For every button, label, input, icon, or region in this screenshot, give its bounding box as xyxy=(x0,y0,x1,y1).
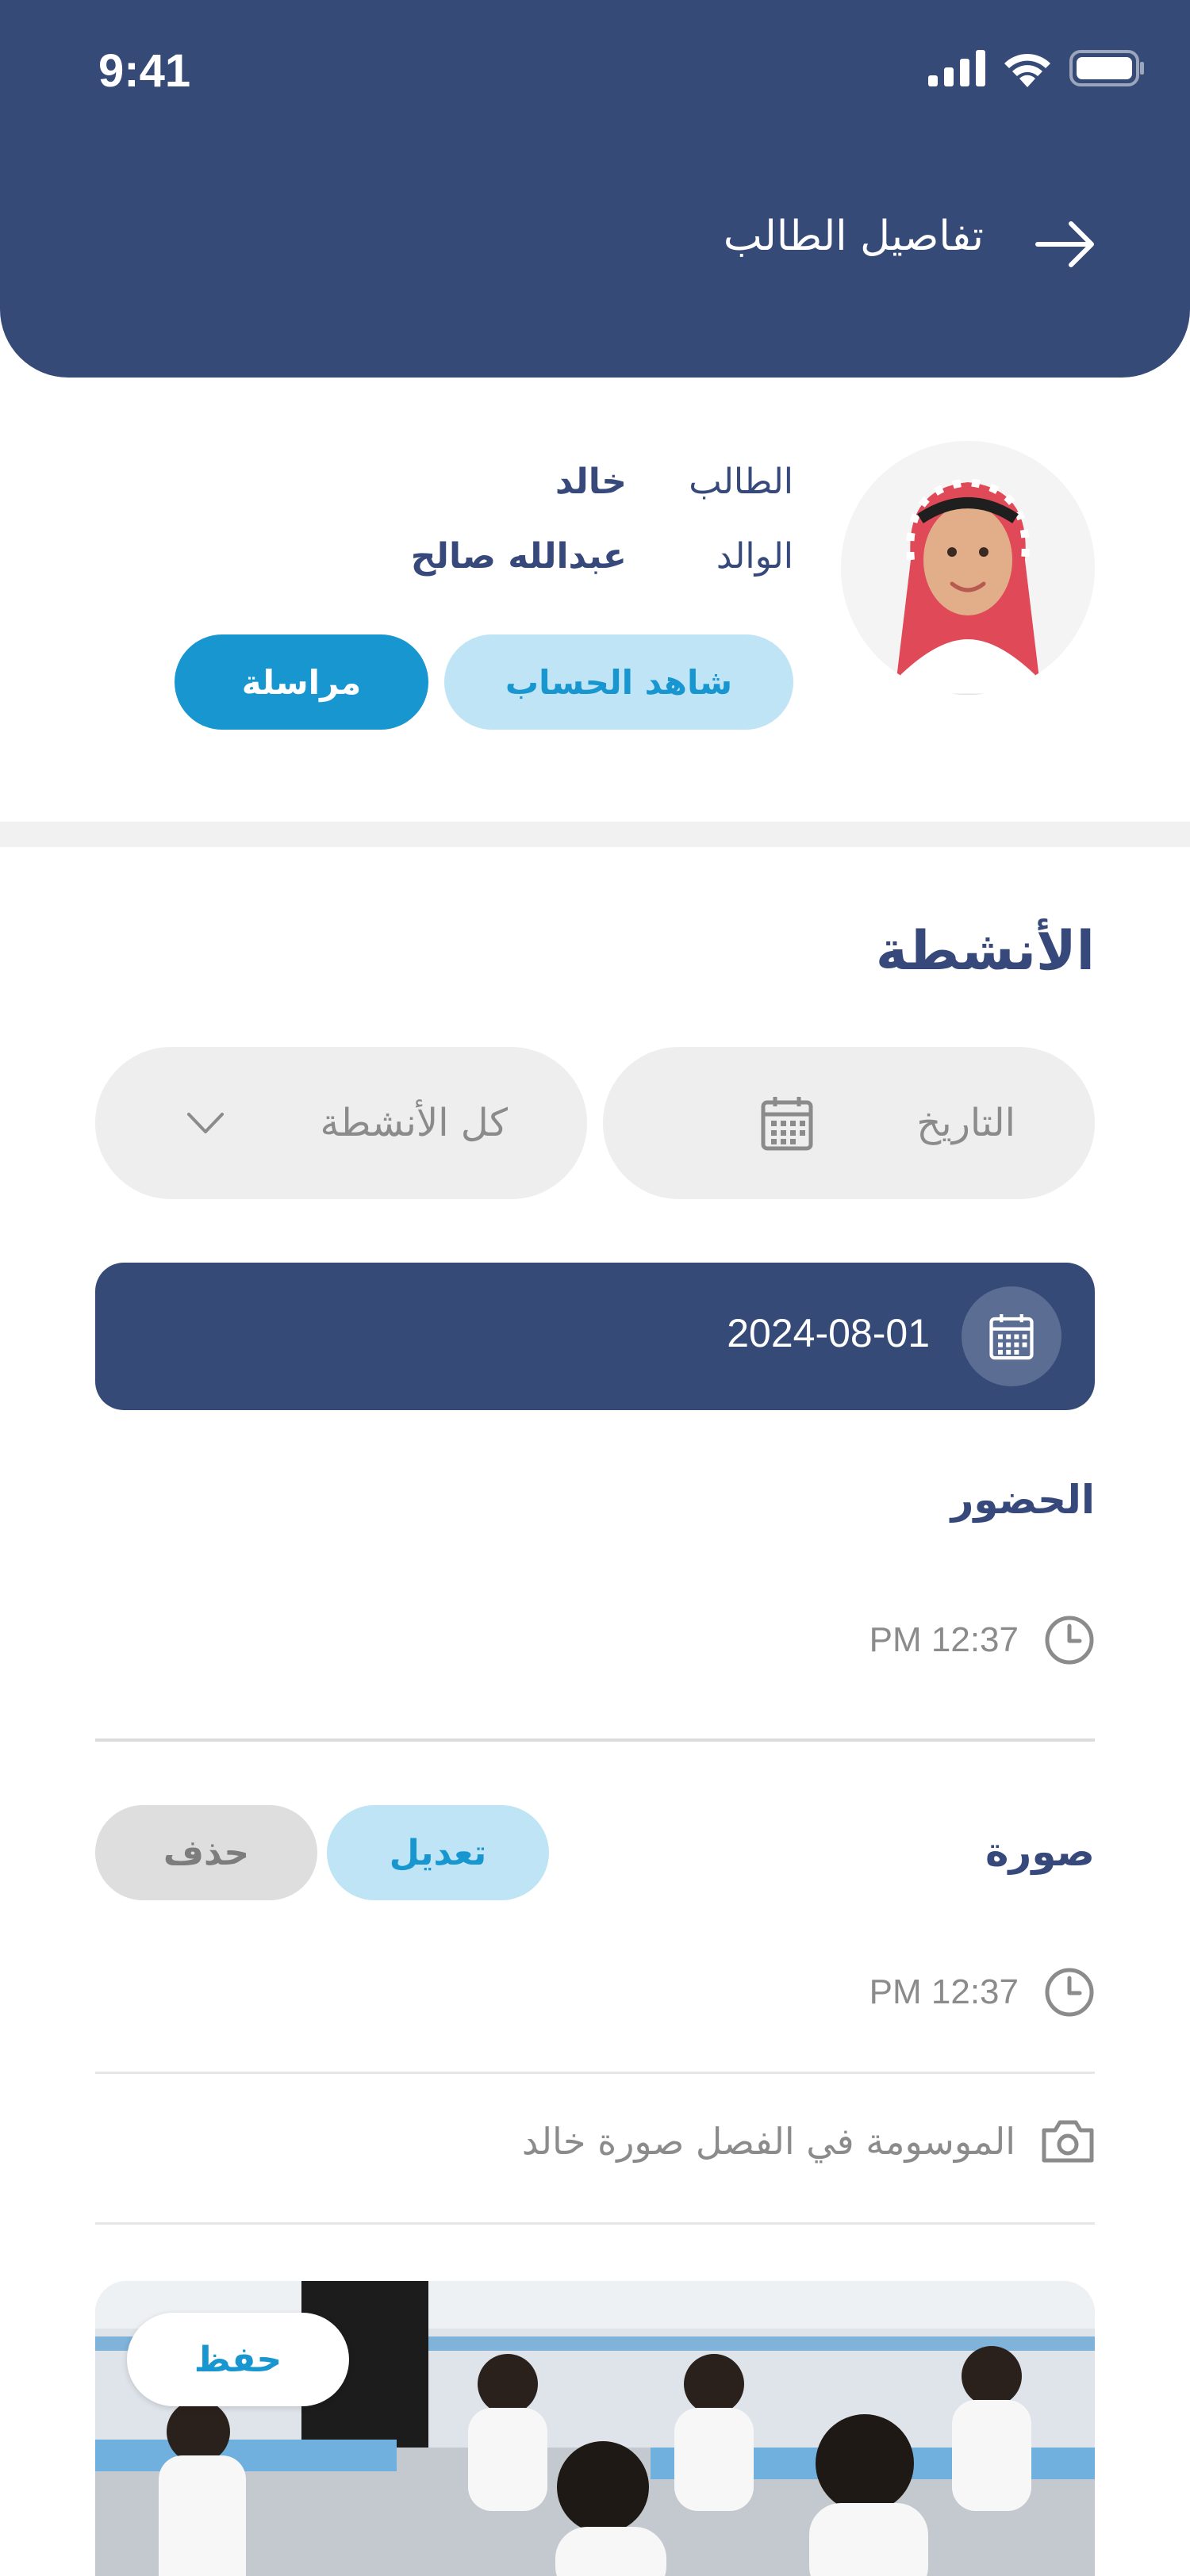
battery-icon xyxy=(1069,50,1144,86)
clock-icon xyxy=(1045,1968,1094,2017)
activities-title: الأنشطة xyxy=(875,920,1095,983)
view-account-button[interactable]: شاهد الحساب xyxy=(444,634,793,730)
student-name-row: الطالب خالد xyxy=(555,462,793,502)
attendance-time-row: 12:37 PM xyxy=(869,1615,1095,1666)
item-divider xyxy=(95,2072,1095,2074)
page-title: تفاصيل الطالب xyxy=(723,213,984,260)
message-button[interactable]: مراسلة xyxy=(175,634,428,730)
status-time: 9:41 xyxy=(98,45,191,97)
student-profile-card: الطالب خالد الوالد عبدالله صالح شاهد الح… xyxy=(0,378,1190,822)
activity-type-select[interactable]: كل الأنشطة xyxy=(95,1047,587,1199)
item-divider xyxy=(95,2222,1095,2225)
camera-icon xyxy=(1042,2120,1094,2163)
attendance-time: 12:37 PM xyxy=(869,1620,1019,1659)
photo-time-row: 12:37 PM xyxy=(869,1967,1095,2018)
parent-label: الوالد xyxy=(716,536,793,577)
activity-type-value: كل الأنشطة xyxy=(320,1101,508,1145)
student-name: خالد xyxy=(555,462,627,502)
student-avatar xyxy=(841,441,1095,695)
parent-name-row: الوالد عبدالله صالح xyxy=(411,536,793,577)
photo-caption: الموسومة في الفصل صورة خالد xyxy=(521,2120,1015,2163)
date-filter[interactable]: التاريخ xyxy=(603,1047,1095,1199)
photo-activity-title: صورة xyxy=(985,1829,1095,1875)
selected-date-bar[interactable]: 2024-08-01 xyxy=(95,1263,1095,1410)
selected-date: 2024-08-01 xyxy=(727,1311,930,1355)
status-icons xyxy=(928,49,1146,87)
save-photo-button[interactable]: حفظ xyxy=(127,2313,349,2406)
calendar-icon xyxy=(761,1097,813,1151)
student-photo xyxy=(841,441,1095,695)
delete-button[interactable]: حذف xyxy=(95,1805,317,1900)
parent-name: عبدالله صالح xyxy=(410,536,627,577)
date-filter-placeholder: التاريخ xyxy=(916,1101,1015,1145)
date-icon-circle xyxy=(962,1286,1061,1386)
calendar-icon xyxy=(989,1314,1034,1360)
photo-caption-row: الموسومة في الفصل صورة خالد xyxy=(522,2119,1095,2164)
edit-button[interactable]: تعديل xyxy=(327,1805,549,1900)
app-header: 9:41 تفاصيل الطالب xyxy=(0,0,1190,378)
cellular-signal-icon xyxy=(928,50,985,86)
back-arrow-icon[interactable] xyxy=(1031,211,1098,278)
item-divider xyxy=(95,1738,1095,1742)
wifi-icon xyxy=(1004,53,1050,87)
chevron-down-icon xyxy=(186,1113,224,1133)
clock-icon xyxy=(1045,1616,1094,1665)
classroom-photo[interactable]: حفظ xyxy=(95,2281,1095,2576)
photo-time: 12:37 PM xyxy=(869,1972,1019,2011)
attendance-title: الحضور xyxy=(950,1477,1095,1523)
section-divider xyxy=(0,822,1190,847)
student-label: الطالب xyxy=(689,462,793,502)
